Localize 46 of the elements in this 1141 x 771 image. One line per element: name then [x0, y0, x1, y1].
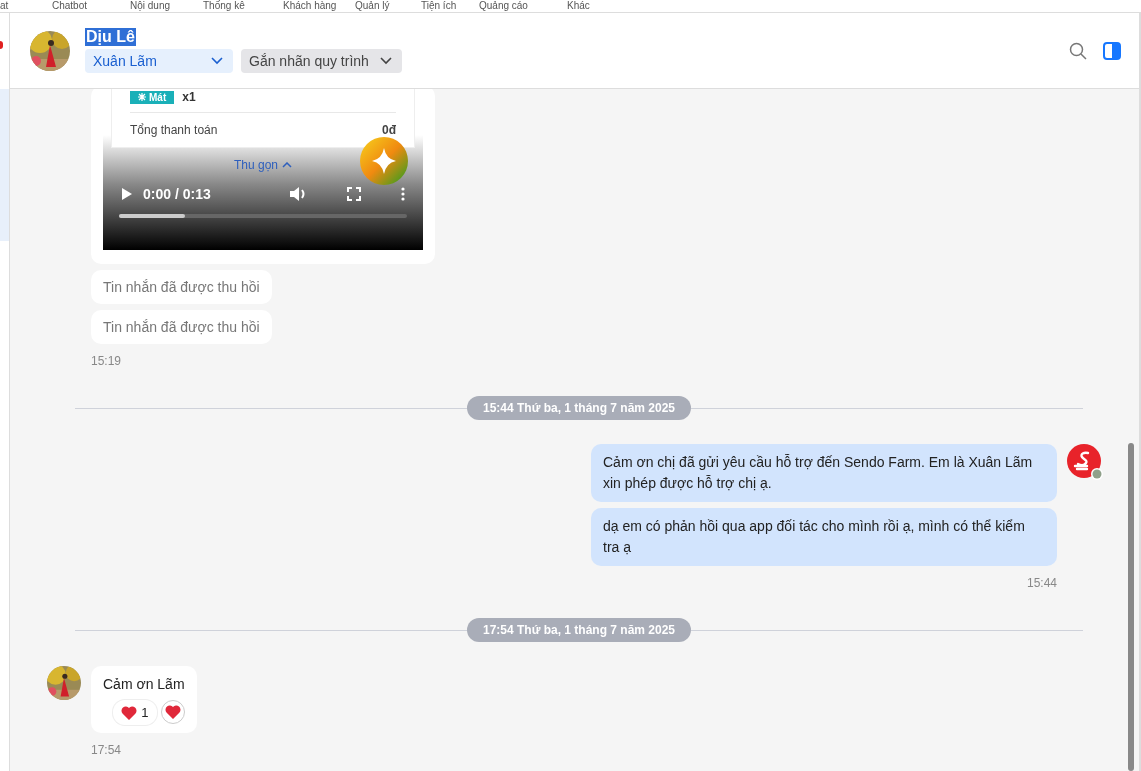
chevron-down-icon — [211, 57, 223, 65]
scrollbar-thumb[interactable] — [1128, 443, 1134, 771]
date-divider: 17:54 Thứ ba, 1 tháng 7 năm 2025 — [466, 618, 692, 642]
chevron-up-icon — [282, 162, 292, 168]
total-label: Tổng thanh toán — [130, 123, 218, 137]
recalled-message: Tin nhắn đã được thu hồi — [91, 270, 272, 304]
chevron-down-icon — [380, 57, 392, 65]
play-icon[interactable] — [121, 187, 133, 201]
message-text: Cảm ơn chị đã gửi yêu cầu hỗ trợ đến Sendo Farm. Em là Xuân Lãm xin phép được hỗ trợ chị ạ. — [603, 454, 1033, 491]
nav-item[interactable]: Thống kê — [203, 0, 283, 12]
quantity: x1 — [182, 90, 196, 104]
heart-icon — [164, 705, 181, 719]
assignee-select[interactable]: Xuân Lãm — [85, 49, 233, 73]
message-text: Cảm ơn Lãm — [103, 676, 185, 692]
message-time: 17:54 — [91, 743, 122, 757]
label-select[interactable]: Gắn nhãn quy trình — [241, 49, 402, 73]
nav-item[interactable]: Chatbot — [52, 0, 130, 12]
volume-icon[interactable] — [289, 186, 307, 202]
video-player[interactable]: Mát x1 Tổng thanh toán 0đ Thu gọn 0:00 / 0:13 — [103, 89, 423, 250]
product-tag: Mát — [130, 90, 175, 104]
message-time: 15:19 — [91, 354, 122, 368]
nav-item[interactable]: Quảng cáo — [479, 0, 567, 12]
heart-icon — [121, 705, 138, 720]
video-time: 0:00 / 0:13 — [143, 186, 212, 202]
nav-item[interactable]: at — [0, 0, 52, 12]
nav-item[interactable]: Nội dung — [130, 0, 203, 12]
total-value: 0đ — [382, 123, 396, 137]
search-icon[interactable] — [1069, 41, 1087, 60]
recalled-message: Tin nhắn đã được thu hồi — [91, 310, 272, 344]
logo-icon — [1067, 444, 1101, 478]
nav-item[interactable]: Tiện ích — [421, 0, 479, 12]
message-time: 15:44 — [1026, 576, 1057, 590]
message-text: dạ em có phản hồi qua app đối tác cho mình rồi ạ, mình có thể kiểm tra ạ — [603, 518, 1025, 555]
contact-name: Dịu Lê — [85, 28, 136, 46]
more-icon[interactable] — [401, 187, 405, 201]
badge-icon — [1091, 468, 1103, 480]
reaction-count[interactable]: 1 — [113, 700, 157, 725]
snowflake-icon — [138, 92, 146, 101]
nav-item[interactable]: Quản lý — [355, 0, 421, 12]
date-divider: 15:44 Thứ ba, 1 tháng 7 năm 2025 — [466, 396, 692, 420]
fullscreen-icon[interactable] — [347, 187, 361, 201]
count: 1 — [141, 704, 149, 722]
nav-item[interactable]: Khách hàng — [283, 0, 355, 12]
sparkle-icon — [359, 136, 409, 186]
panel-icon[interactable] — [1103, 41, 1121, 60]
nav-item[interactable]: Khác — [567, 0, 627, 12]
